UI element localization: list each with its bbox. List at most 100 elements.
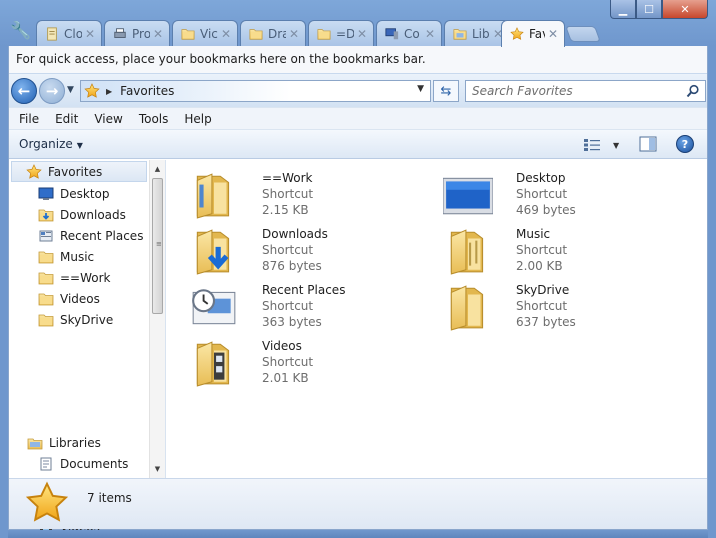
sidebar-item-label: SkyDrive bbox=[60, 312, 114, 327]
bookmarks-bar-hint: For quick access, place your bookmarks h… bbox=[8, 46, 708, 73]
search-input[interactable] bbox=[466, 81, 676, 101]
minimize-button[interactable]: ▁ bbox=[610, 0, 636, 19]
nav-favorites-header[interactable]: Favorites bbox=[11, 161, 147, 182]
tab-pro[interactable]: Pro ✕ bbox=[104, 20, 170, 46]
breadcrumb-favorites[interactable]: Favorites bbox=[120, 84, 174, 98]
tab-label: =D bbox=[336, 26, 354, 41]
search-icon[interactable] bbox=[686, 84, 700, 98]
sidebar-item-label: Desktop bbox=[60, 186, 110, 201]
address-dropdown-icon[interactable]: ▼ bbox=[417, 84, 424, 94]
file-item[interactable]: Recent Places Shortcut 363 bytes bbox=[189, 282, 429, 334]
menu-edit[interactable]: Edit bbox=[47, 108, 86, 130]
wrench-icon[interactable]: 🔧 bbox=[10, 20, 32, 42]
nav-libraries-header[interactable]: Libraries bbox=[11, 432, 151, 453]
organize-button[interactable]: Organize ▼ bbox=[19, 137, 83, 151]
library-icon bbox=[27, 438, 43, 449]
command-bar: Organize ▼ ▼ ? bbox=[9, 130, 707, 159]
folder-icon bbox=[181, 27, 195, 41]
close-icon[interactable]: ✕ bbox=[85, 27, 95, 41]
nav-label: Favorites bbox=[48, 164, 103, 179]
skydrive-folder-icon bbox=[443, 282, 493, 332]
file-type: Shortcut bbox=[262, 187, 314, 201]
file-item[interactable]: ==Work Shortcut 2.15 KB bbox=[189, 170, 429, 222]
back-arrow-icon[interactable]: ← bbox=[11, 78, 37, 104]
close-icon[interactable]: ✕ bbox=[221, 27, 231, 41]
computer-icon bbox=[385, 27, 399, 39]
close-window-button[interactable]: ✕ bbox=[662, 0, 708, 19]
folder-icon bbox=[249, 27, 263, 41]
sidebar-item-label: Music bbox=[60, 249, 95, 264]
desktop-shortcut-icon bbox=[443, 177, 493, 215]
videos-folder-icon bbox=[189, 338, 239, 388]
tab-clo[interactable]: Clo ✕ bbox=[36, 20, 102, 46]
file-size: 637 bytes bbox=[516, 315, 576, 329]
breadcrumb-arrow-icon[interactable]: ▶ bbox=[106, 87, 112, 96]
help-icon[interactable]: ? bbox=[676, 135, 694, 153]
close-icon[interactable]: ✕ bbox=[153, 27, 163, 41]
menu-help[interactable]: Help bbox=[176, 108, 219, 130]
file-name: Desktop bbox=[516, 171, 566, 185]
star-icon bbox=[84, 83, 100, 99]
folder-icon bbox=[317, 27, 331, 41]
folder-shortcut-icon bbox=[189, 170, 239, 220]
tab-fav[interactable]: Fav✕ bbox=[501, 20, 565, 47]
music-folder-icon bbox=[443, 226, 493, 276]
downloads-icon bbox=[38, 207, 54, 223]
file-item[interactable]: SkyDrive Shortcut 637 bytes bbox=[443, 282, 683, 334]
folder-icon bbox=[38, 291, 54, 307]
close-icon[interactable]: ✕ bbox=[357, 27, 367, 41]
tab-vic[interactable]: Vic ✕ bbox=[172, 20, 238, 46]
file-item[interactable]: Desktop Shortcut 469 bytes bbox=[443, 170, 683, 222]
tab-dra[interactable]: Dra✕ bbox=[240, 20, 306, 46]
menu-file[interactable]: File bbox=[11, 108, 47, 130]
downloads-folder-icon bbox=[189, 226, 239, 276]
tab-co[interactable]: Co ✕ bbox=[376, 20, 442, 46]
navigation-bar: ← → ▼ ▶ Favorites ▼ ⇆ bbox=[9, 73, 707, 107]
file-size: 2.00 KB bbox=[516, 259, 563, 273]
organize-label: Organize bbox=[19, 137, 73, 151]
details-view-icon bbox=[584, 139, 600, 151]
file-name: Downloads bbox=[262, 227, 328, 241]
search-box[interactable] bbox=[465, 80, 706, 102]
star-icon bbox=[26, 164, 42, 180]
file-item[interactable]: Downloads Shortcut 876 bytes bbox=[189, 226, 429, 278]
scroll-down-icon[interactable]: ▼ bbox=[150, 462, 165, 476]
file-size: 2.15 KB bbox=[262, 203, 309, 217]
scrollbar-thumb[interactable]: ≡ bbox=[152, 178, 163, 314]
file-name: ==Work bbox=[262, 171, 313, 185]
tab-label: Fav bbox=[529, 27, 545, 41]
close-icon[interactable]: ✕ bbox=[425, 27, 435, 41]
change-view-button[interactable]: ▼ bbox=[583, 136, 621, 154]
sidebar-item-label: Videos bbox=[60, 291, 100, 306]
file-type: Shortcut bbox=[262, 243, 314, 257]
window-bottom-border bbox=[8, 530, 708, 538]
recent-pages-dropdown-icon[interactable]: ▼ bbox=[67, 85, 74, 95]
file-item[interactable]: Videos Shortcut 2.01 KB bbox=[189, 338, 429, 390]
forward-arrow-icon[interactable]: → bbox=[39, 78, 65, 104]
menu-bar: File Edit View Tools Help bbox=[9, 107, 707, 130]
menu-view[interactable]: View bbox=[86, 108, 130, 130]
tab-label: Pro bbox=[132, 26, 150, 41]
explorer-window: ← → ▼ ▶ Favorites ▼ ⇆ FileEditViewToolsH… bbox=[8, 73, 708, 534]
nav-scrollbar[interactable]: ▲ ≡ ▼ bbox=[149, 160, 165, 478]
close-icon[interactable]: ✕ bbox=[548, 27, 558, 41]
tab-label: Dra bbox=[268, 26, 286, 41]
tab-label: Lib bbox=[472, 26, 490, 41]
document-icon bbox=[47, 26, 57, 41]
tab-label: Clo bbox=[64, 26, 82, 41]
address-bar[interactable]: ▶ Favorites ▼ bbox=[80, 80, 431, 102]
scroll-up-icon[interactable]: ▲ bbox=[150, 162, 165, 176]
chevron-down-icon[interactable]: ▼ bbox=[613, 141, 619, 150]
sidebar-item-label: Downloads bbox=[60, 207, 126, 222]
new-tab-button[interactable] bbox=[565, 26, 601, 42]
refresh-icon[interactable]: ⇆ bbox=[433, 80, 459, 102]
maximize-button[interactable]: ☐ bbox=[636, 0, 662, 19]
tab-d[interactable]: =D ✕ bbox=[308, 20, 374, 46]
menu-tools[interactable]: Tools bbox=[131, 108, 177, 130]
preview-pane-icon[interactable] bbox=[639, 136, 657, 152]
sidebar-item-label: Recent Places bbox=[60, 228, 144, 243]
close-icon[interactable]: ✕ bbox=[289, 27, 299, 41]
recent-places-icon bbox=[192, 289, 236, 325]
printer-icon bbox=[114, 27, 126, 38]
file-item[interactable]: Music Shortcut 2.00 KB bbox=[443, 226, 683, 278]
